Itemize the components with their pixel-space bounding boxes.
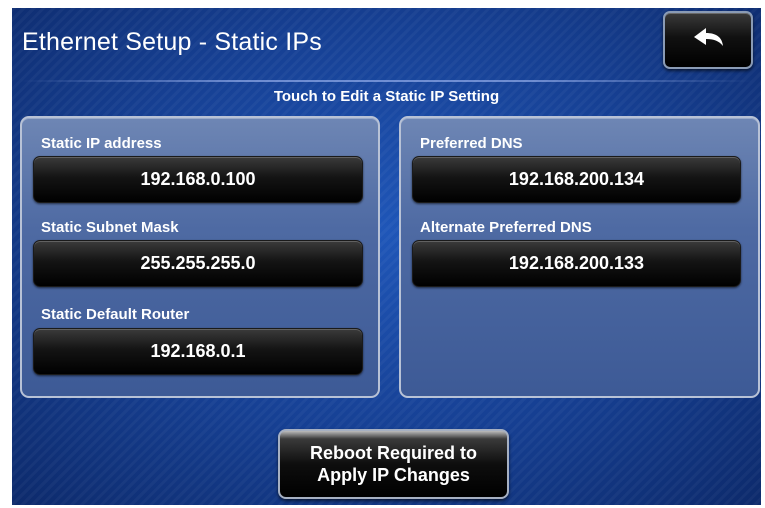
reboot-button-line1: Reboot Required to	[310, 443, 477, 463]
static-ip-panel: Static IP address 192.168.0.100 Static S…	[20, 116, 380, 398]
static-subnet-mask-label: Static Subnet Mask	[41, 219, 179, 236]
preferred-dns-label: Preferred DNS	[420, 135, 523, 152]
static-ip-address-button[interactable]: 192.168.0.100	[33, 156, 363, 203]
touch-panel-screen: Ethernet Setup - Static IPs Touch to Edi…	[12, 8, 761, 505]
preferred-dns-button[interactable]: 192.168.200.134	[412, 156, 741, 203]
static-default-router-label: Static Default Router	[41, 306, 190, 323]
page-title: Ethernet Setup - Static IPs	[22, 28, 322, 56]
preferred-dns-value: 192.168.200.134	[508, 169, 645, 189]
alternate-dns-label: Alternate Preferred DNS	[420, 219, 592, 236]
static-default-router-value: 192.168.0.1	[150, 341, 246, 361]
alternate-dns-button[interactable]: 192.168.200.133	[412, 240, 741, 287]
instruction-text: Touch to Edit a Static IP Setting	[273, 88, 500, 105]
reboot-button-line2: Apply IP Changes	[317, 465, 470, 485]
static-subnet-mask-value: 255.255.255.0	[140, 253, 256, 273]
static-ip-address-value: 192.168.0.100	[140, 169, 256, 189]
header-divider	[20, 80, 753, 82]
alternate-dns-value: 192.168.200.133	[508, 253, 645, 273]
dns-panel: Preferred DNS 192.168.200.134 Alternate …	[399, 116, 760, 398]
back-button[interactable]	[663, 11, 753, 69]
reboot-button[interactable]: Reboot Required to Apply IP Changes	[278, 429, 509, 499]
static-ip-address-label: Static IP address	[41, 135, 162, 152]
static-subnet-mask-button[interactable]: 255.255.255.0	[33, 240, 363, 287]
back-arrow-icon	[690, 25, 726, 56]
static-default-router-button[interactable]: 192.168.0.1	[33, 328, 363, 375]
